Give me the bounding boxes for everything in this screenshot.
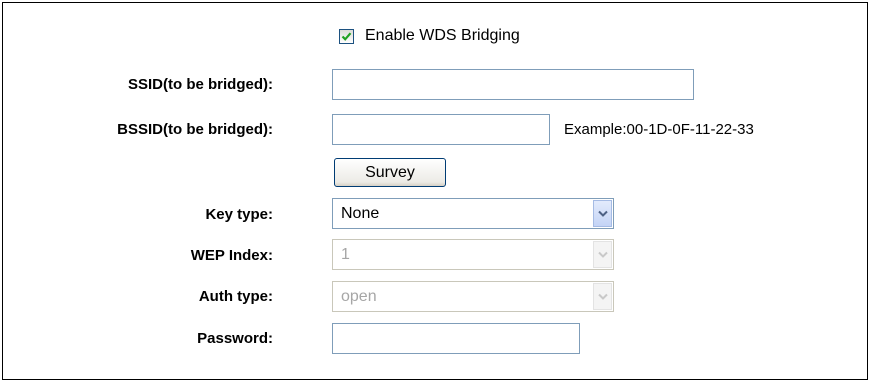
bssid-label: BSSID(to be bridged): (117, 121, 273, 138)
key-type-select[interactable]: None (332, 198, 614, 229)
enable-wds-label: Enable WDS Bridging (365, 27, 520, 44)
enable-wds-checkbox[interactable] (339, 29, 354, 44)
ssid-label: SSID(to be bridged): (128, 76, 273, 93)
wep-index-select[interactable]: 1 (332, 239, 614, 270)
bssid-example: Example:00-1D-0F-11-22-33 (564, 121, 754, 138)
auth-type-label: Auth type: (198, 288, 273, 305)
wep-index-dropdown-button[interactable] (593, 241, 612, 268)
chevron-down-icon (598, 293, 608, 300)
key-type-label: Key type: (205, 206, 273, 223)
bssid-input[interactable] (332, 114, 550, 145)
check-icon (341, 32, 352, 41)
password-label: Password: (197, 330, 273, 347)
wep-index-label: WEP Index: (190, 247, 273, 264)
password-input[interactable] (332, 323, 580, 354)
auth-type-value: open (341, 288, 377, 305)
chevron-down-icon (598, 251, 608, 258)
wep-index-value: 1 (341, 246, 350, 263)
ssid-input[interactable] (332, 69, 694, 100)
key-type-dropdown-button[interactable] (593, 200, 612, 227)
auth-type-select[interactable]: open (332, 281, 614, 312)
wds-settings-panel: Enable WDS Bridging SSID(to be bridged):… (2, 2, 868, 380)
key-type-value: None (341, 205, 380, 222)
survey-button[interactable]: Survey (334, 158, 446, 187)
auth-type-dropdown-button[interactable] (593, 283, 612, 310)
chevron-down-icon (598, 210, 608, 217)
